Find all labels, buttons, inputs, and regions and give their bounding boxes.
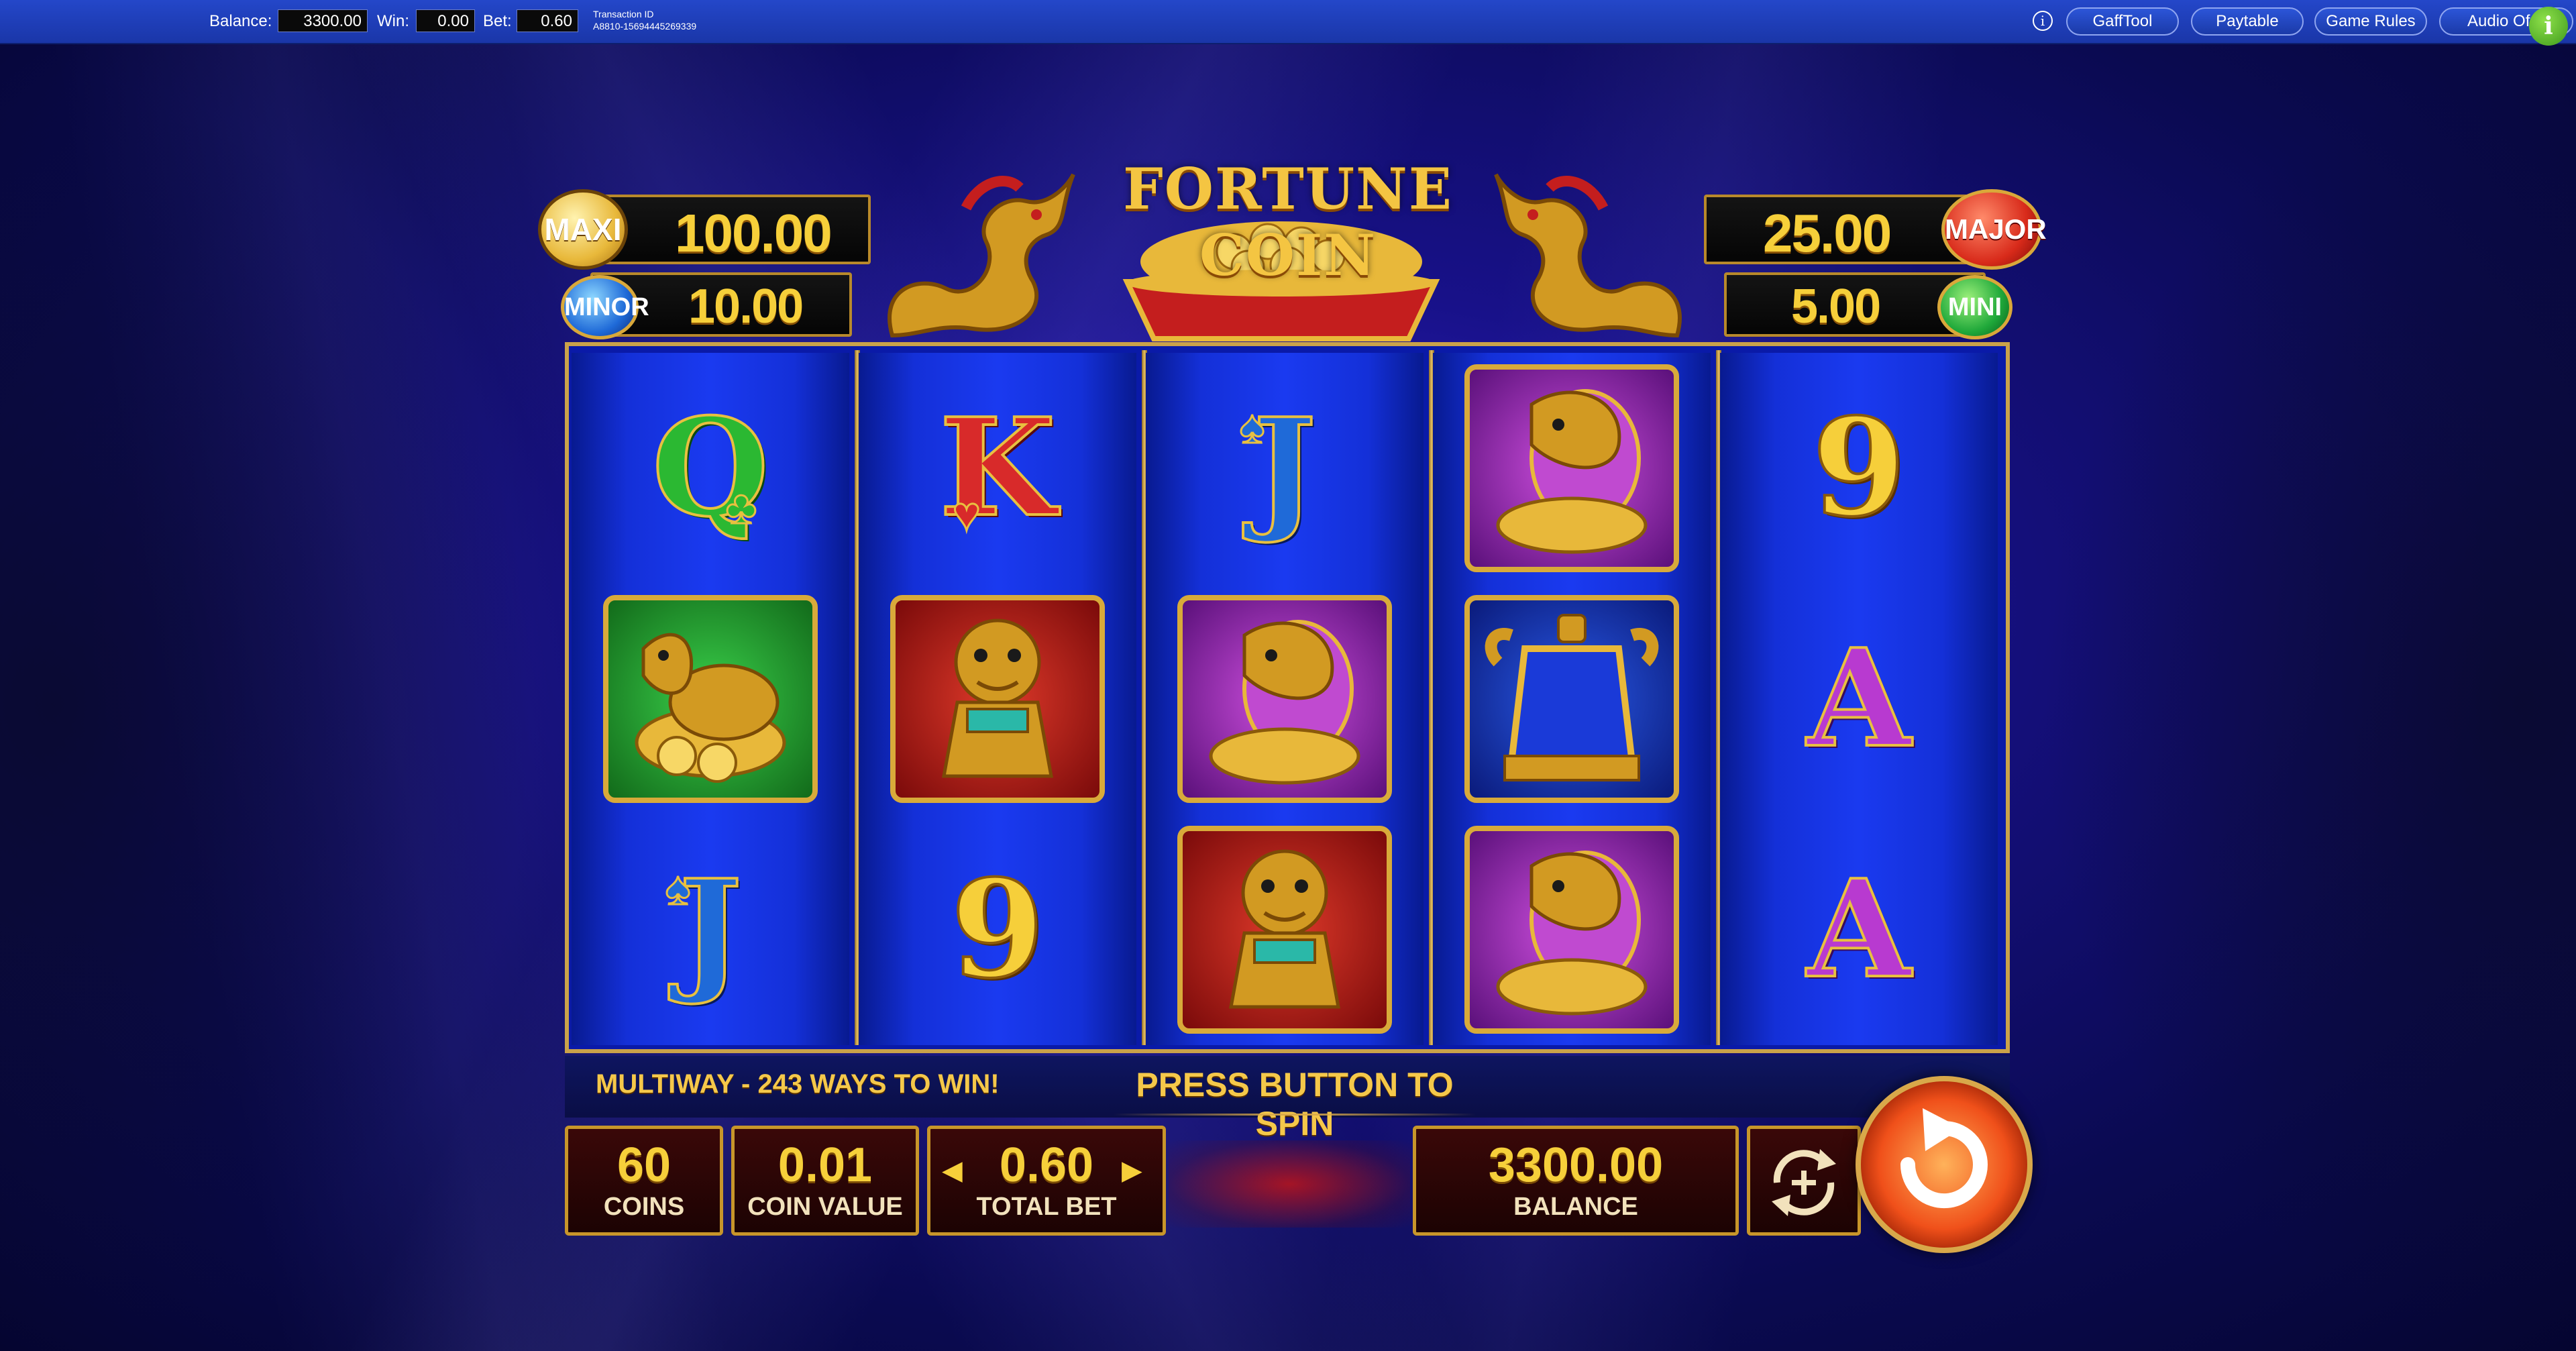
reel-2: K ♥ 9 <box>859 353 1136 1045</box>
symbol-9: 9 <box>949 851 1045 1008</box>
reel-3: J ♠ <box>1146 353 1424 1045</box>
reel-1: Q ♣ J ♠ <box>572 353 849 1045</box>
major-jackpot-value: 25.00 <box>1763 203 1892 263</box>
club-icon: ♣ <box>725 480 758 535</box>
info-icon[interactable]: i <box>2033 11 2053 31</box>
dragon-turtle-icon <box>603 595 818 803</box>
symbol-j: J ♠ <box>1238 389 1318 547</box>
gafftool-button[interactable]: GaffTool <box>2066 7 2179 36</box>
symbol-golden-carp <box>1433 814 1711 1045</box>
mini-jackpot-value: 5.00 <box>1791 280 1881 333</box>
dragon-left-icon <box>888 173 1075 338</box>
win-label: Win: <box>377 12 409 30</box>
coins-panel[interactable]: 60 COINS <box>565 1126 723 1236</box>
coin-value-value: 0.01 <box>777 1138 873 1192</box>
coin-value-panel[interactable]: 0.01 COIN VALUE <box>731 1126 919 1236</box>
spin-arrow-icon <box>1900 1108 1988 1209</box>
coins-value: 60 <box>616 1138 672 1192</box>
symbol-dragon-turtle <box>572 584 849 814</box>
symbol-9: 9 <box>1811 389 1907 547</box>
center-glow <box>1169 1140 1410 1228</box>
coin-value-label: COIN VALUE <box>747 1193 903 1221</box>
symbol-q: Q ♣ <box>651 389 770 547</box>
foo-dog-icon <box>1177 826 1392 1034</box>
symbol-a: A <box>1805 851 1912 1008</box>
spin-button[interactable] <box>1856 1076 2033 1253</box>
bet-increase-icon[interactable]: ▶ <box>1122 1155 1142 1186</box>
top-bar: Balance: 3300.00 Win: 0.00 Bet: 0.60 Tra… <box>0 0 2576 46</box>
bamboo-foliage-right <box>2039 67 2576 1342</box>
balance-panel-label: BALANCE <box>1513 1193 1638 1221</box>
win-value: 0.00 <box>416 9 475 32</box>
golden-carp-icon <box>1464 826 1679 1034</box>
balance-panel-value: 3300.00 <box>1488 1138 1664 1192</box>
autoplay-button[interactable] <box>1747 1126 1861 1236</box>
bet-value: 0.60 <box>517 9 578 32</box>
symbol-golden-carp <box>1146 584 1424 814</box>
heart-icon: ♥ <box>952 487 982 541</box>
game-screen: Balance: 3300.00 Win: 0.00 Bet: 0.60 Tra… <box>0 0 2576 1351</box>
spade-icon: ♠ <box>1238 400 1265 454</box>
symbol-foo-dog <box>859 584 1136 814</box>
mini-badge: MINI <box>1937 275 2012 339</box>
transaction-id: A8810-15694445269339 <box>593 21 697 32</box>
reel-area: Q ♣ J ♠ K ♥ 9 J ♠ 9 A A <box>565 342 2010 1053</box>
symbol-foo-dog <box>1146 814 1424 1045</box>
symbol-a: A <box>1805 620 1912 777</box>
coins-label: COINS <box>603 1193 685 1221</box>
bet-label: Bet: <box>483 12 512 30</box>
golden-bell-icon <box>1464 595 1679 803</box>
prompt-underline <box>1114 1114 1476 1116</box>
transaction-info: Transaction ID A8810-15694445269339 <box>593 8 696 32</box>
foo-dog-icon <box>890 595 1105 803</box>
symbol-j: J ♠ <box>664 851 743 1008</box>
total-bet-label: TOTAL BET <box>976 1193 1117 1221</box>
symbol-golden-bell <box>1433 584 1711 814</box>
minor-jackpot-value: 10.00 <box>688 280 804 333</box>
reel-5: 9 A A <box>1720 353 1998 1045</box>
help-info-icon[interactable]: i <box>2529 7 2568 46</box>
bamboo-foliage-left <box>0 67 537 1342</box>
autoplay-icon <box>1772 1149 1836 1216</box>
golden-carp-icon <box>1464 364 1679 572</box>
golden-carp-icon <box>1177 595 1392 803</box>
symbol-k: K ♥ <box>938 389 1057 547</box>
maxi-badge: MAXI <box>538 189 628 270</box>
paytable-button[interactable]: Paytable <box>2191 7 2304 36</box>
game-title: FORTUNE COIN <box>1123 156 1453 288</box>
balance-value: 3300.00 <box>278 9 368 32</box>
transaction-label: Transaction ID <box>593 9 654 19</box>
bet-decrease-icon[interactable]: ◀ <box>942 1155 963 1186</box>
minor-badge: MINOR <box>561 275 649 339</box>
symbol-golden-carp <box>1433 353 1711 584</box>
maxi-jackpot-value: 100.00 <box>675 203 833 263</box>
reel-4 <box>1433 353 1711 1045</box>
multiway-message: MULTIWAY - 243 WAYS TO WIN! <box>596 1069 1000 1099</box>
game-rules-button[interactable]: Game Rules <box>2314 7 2427 36</box>
balance-label: Balance: <box>209 12 272 30</box>
spade-icon: ♠ <box>664 861 691 916</box>
balance-panel: 3300.00 BALANCE <box>1413 1126 1739 1236</box>
major-badge: MAJOR <box>1941 189 2047 270</box>
